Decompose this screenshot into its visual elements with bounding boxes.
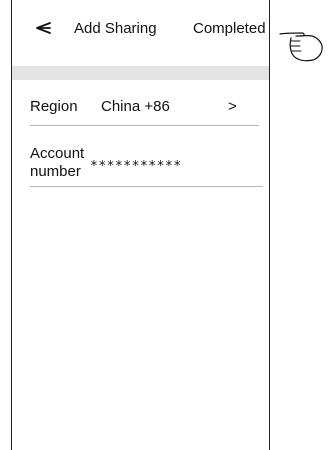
chevron-right-icon: > (228, 98, 237, 115)
back-arrow-icon[interactable] (34, 20, 52, 36)
region-label: Region (30, 98, 78, 115)
account-number-input[interactable]: *********** (90, 159, 182, 175)
divider (30, 186, 263, 187)
section-separator (12, 66, 269, 80)
completed-button[interactable]: Completed (193, 20, 266, 38)
header-bar: Add Sharing Completed (12, 0, 269, 66)
page-title: Add Sharing (74, 20, 157, 37)
region-value: China +86 (101, 98, 170, 115)
pointing-hand-icon (279, 32, 323, 62)
divider (30, 125, 259, 126)
phone-screen: Add Sharing Completed Region China +86 >… (11, 0, 270, 450)
region-row[interactable]: Region China +86 > (12, 92, 269, 126)
account-number-field[interactable]: Account number *********** (12, 140, 269, 186)
